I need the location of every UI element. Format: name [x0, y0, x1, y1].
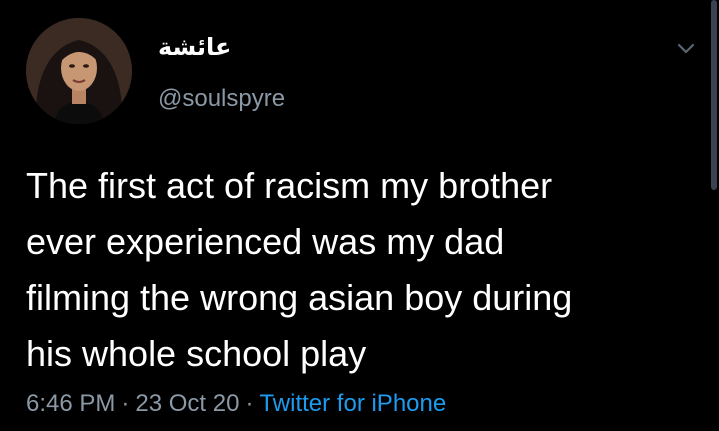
author-handle[interactable]: @soulspyre [158, 84, 285, 114]
tweet-time[interactable]: 6:46 PM [26, 390, 115, 417]
tweet-text: The first act of racism my brother ever … [26, 158, 706, 382]
tweet-date[interactable]: 23 Oct 20 [135, 390, 239, 417]
separator: · [245, 390, 254, 417]
tweet-text-line: ever experienced was my dad [26, 221, 505, 262]
tweet-card: عائشة @soulspyre The first act of racism… [0, 0, 719, 431]
author-display-name[interactable]: عائشة [158, 32, 231, 62]
tweet-source-link[interactable]: Twitter for iPhone [259, 390, 446, 417]
separator: · [121, 390, 130, 417]
tweet-text-line: The first act of racism my brother [26, 165, 553, 206]
avatar[interactable] [26, 18, 132, 124]
chevron-down-icon[interactable] [674, 36, 698, 60]
scrollbar[interactable] [711, 0, 717, 190]
tweet-text-line: his whole school play [26, 333, 367, 374]
tweet-metadata: 6:46 PM · 23 Oct 20 · Twitter for iPhone [26, 388, 446, 420]
tweet-text-line: filming the wrong asian boy during [26, 277, 573, 318]
